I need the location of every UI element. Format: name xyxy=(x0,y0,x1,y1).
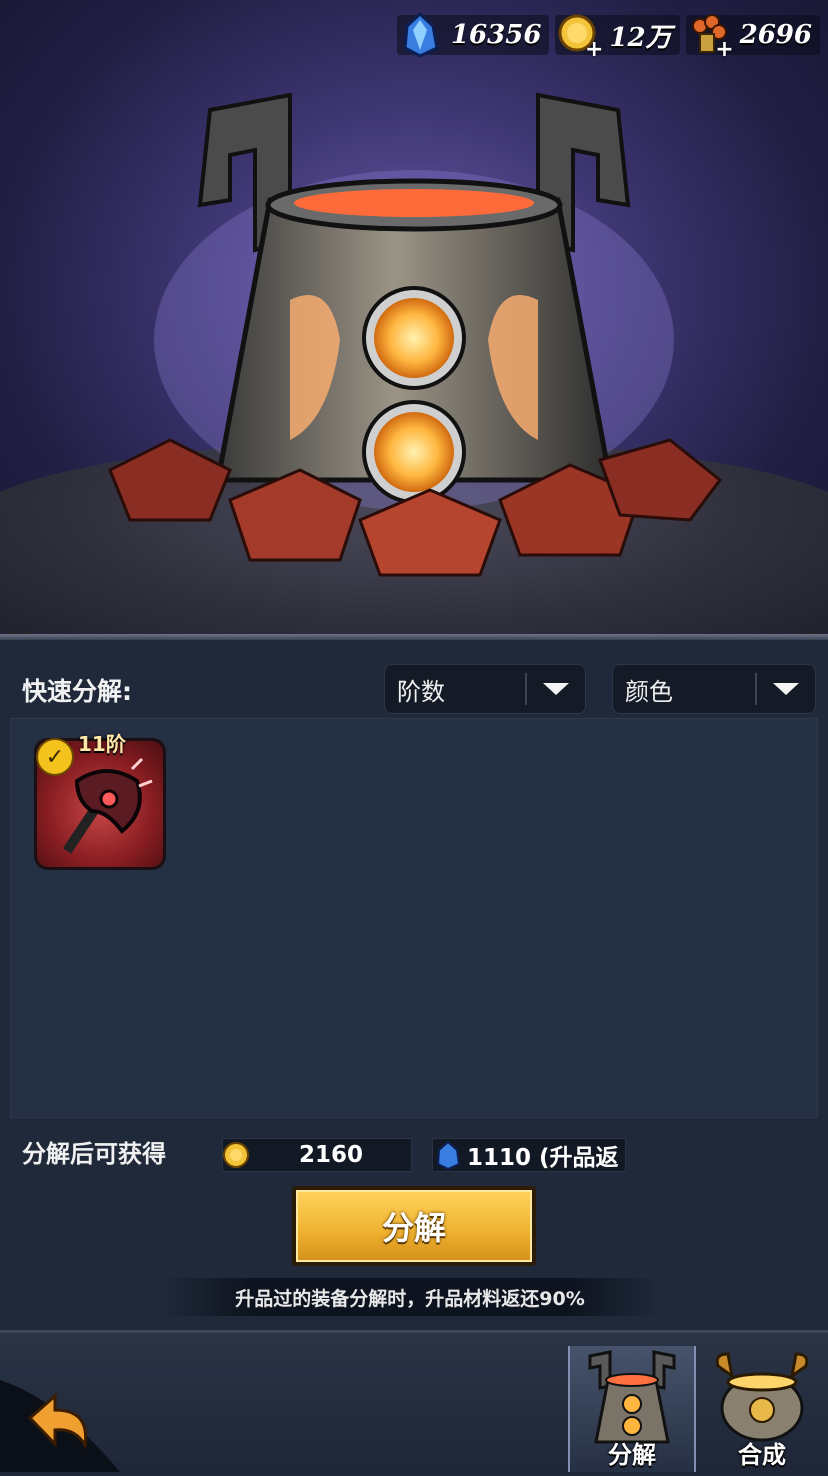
tier-dropdown[interactable]: 阶数 xyxy=(384,664,586,714)
add-bundle-icon[interactable]: + xyxy=(715,37,733,62)
decompose-button[interactable]: 分解 xyxy=(292,1186,536,1266)
gold-value: 12万 xyxy=(609,22,672,53)
gold-reward-value: 2160 xyxy=(298,1142,363,1168)
crystal-value: 16356 xyxy=(450,20,542,50)
bundle-currency[interactable]: + 2696 xyxy=(685,12,820,62)
cauldron-icon xyxy=(588,1350,676,1444)
crystal-reward-value: 1110 (升品返 xyxy=(467,1145,619,1171)
gold-reward: 2160 xyxy=(222,1138,412,1172)
currency-bar: 16356 + 12万 + 2696 xyxy=(396,8,820,62)
bundle-value: 2696 xyxy=(739,20,812,50)
decompose-button-label: 分解 xyxy=(381,1209,446,1247)
color-dropdown-label: 颜色 xyxy=(625,677,673,706)
hero-divider xyxy=(0,634,828,640)
bundle-icon: + xyxy=(686,12,734,62)
tab-compose-label: 合成 xyxy=(738,1441,786,1469)
forge-scene: 16356 + 12万 + 2696 xyxy=(0,0,828,640)
quick-decompose-label: 快速分解: xyxy=(22,677,132,706)
tab-decompose-label: 分解 xyxy=(608,1441,656,1469)
tab-decompose[interactable]: 分解 xyxy=(568,1346,696,1472)
color-dropdown[interactable]: 颜色 xyxy=(612,664,816,714)
chevron-down-icon xyxy=(527,683,585,695)
tab-compose[interactable]: 合成 xyxy=(700,1346,824,1472)
chevron-down-icon xyxy=(757,683,815,695)
tier-dropdown-label: 阶数 xyxy=(397,677,445,706)
back-button[interactable] xyxy=(0,1340,130,1472)
item-tier-label: 11阶 xyxy=(78,732,126,756)
furnace-illustration xyxy=(108,92,723,577)
back-arrow-icon xyxy=(0,1380,120,1472)
gold-currency[interactable]: + 12万 xyxy=(555,12,680,62)
add-gold-icon[interactable]: + xyxy=(585,37,603,62)
crystal-currency: 16356 xyxy=(396,11,550,58)
rewards-label: 分解后可获得 xyxy=(22,1140,166,1168)
crystal-icon xyxy=(397,11,443,58)
decompose-note: 升品过的装备分解时，升品材料返还90% xyxy=(160,1278,660,1316)
gold-coin-icon: + xyxy=(555,12,603,62)
crystal-icon xyxy=(436,1140,461,1170)
gold-coin-icon xyxy=(223,1142,249,1168)
selected-check-icon: ✓ xyxy=(36,738,74,776)
golden-cauldron-icon xyxy=(715,1352,809,1442)
crystal-reward: 1110 (升品返 xyxy=(432,1138,626,1172)
